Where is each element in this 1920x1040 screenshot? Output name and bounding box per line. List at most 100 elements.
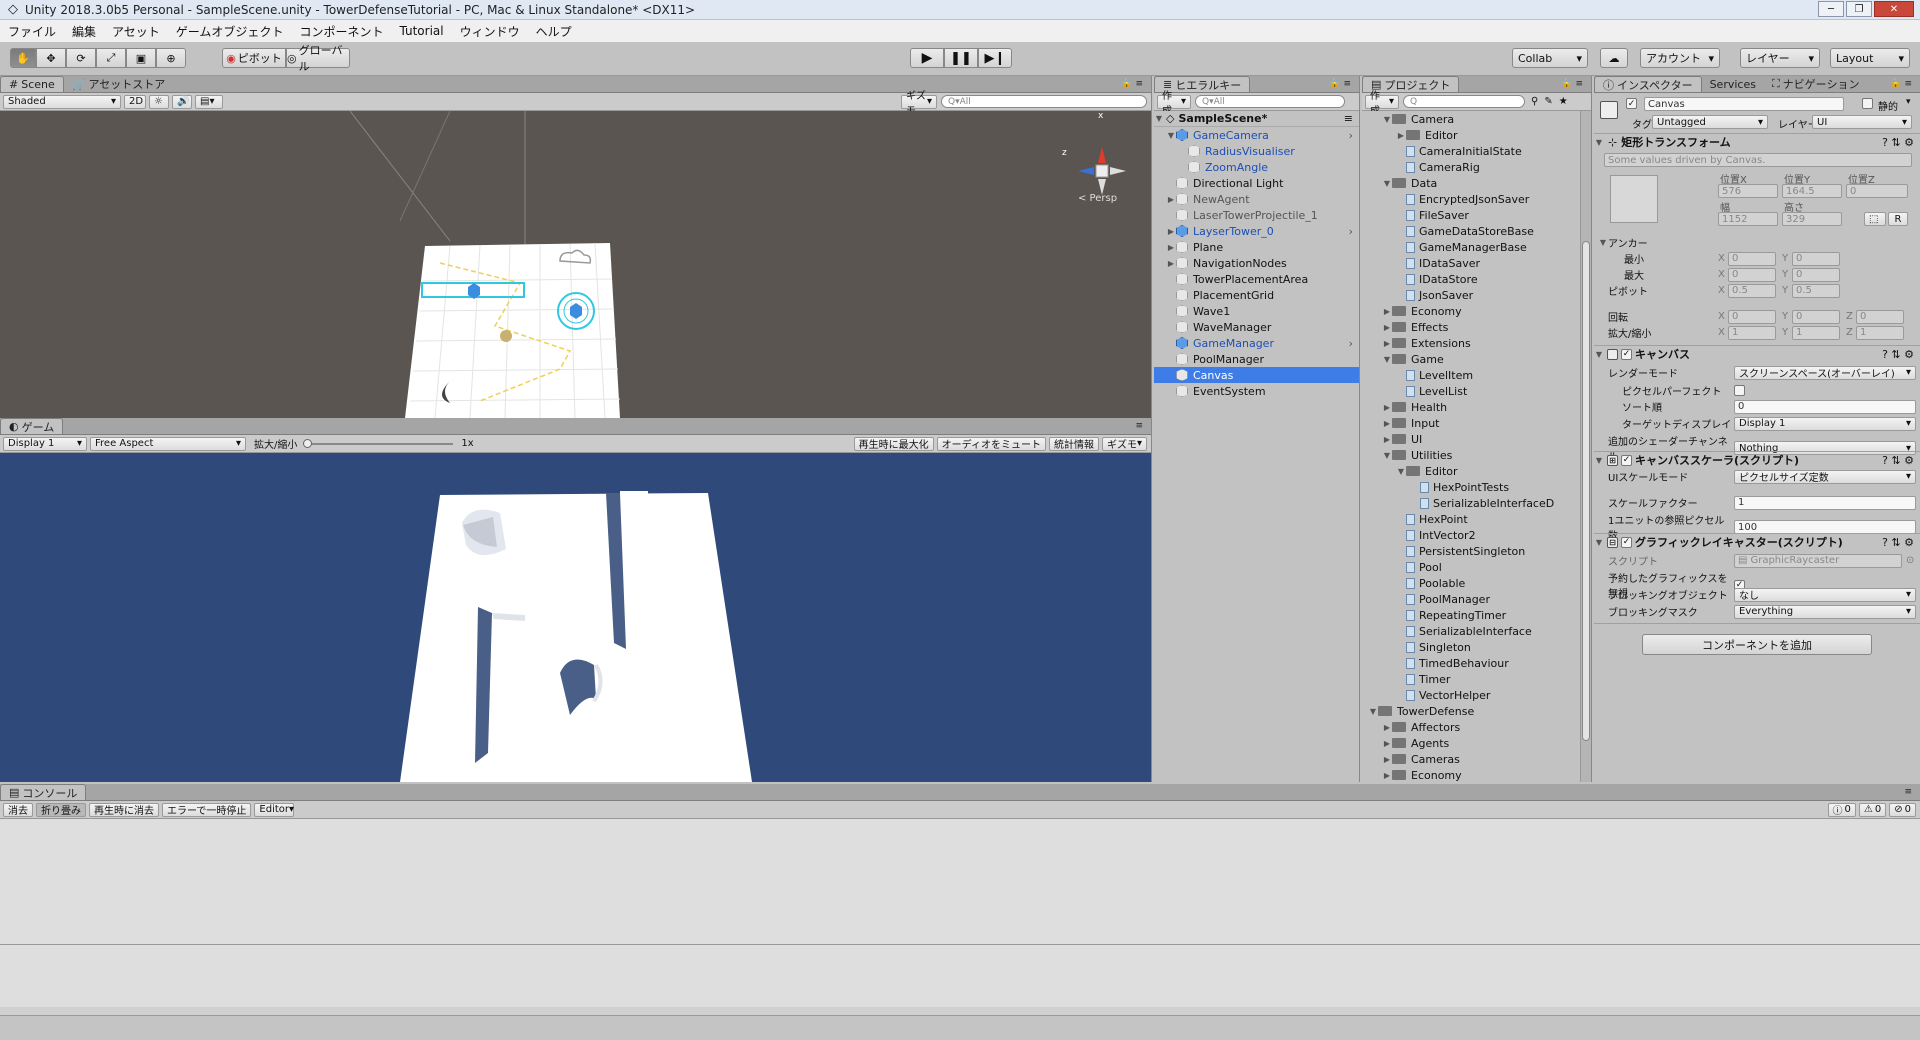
favorite-icon[interactable]: ★ bbox=[1559, 96, 1568, 107]
raw-edit-button[interactable]: R bbox=[1888, 212, 1908, 226]
project-script[interactable]: GameDataStoreBase bbox=[1362, 223, 1579, 239]
arrow-down-icon[interactable]: ▼ bbox=[1594, 138, 1604, 147]
object-picker-icon[interactable]: ⊙ bbox=[1906, 555, 1914, 566]
rect-tool-icon[interactable]: ▣ bbox=[126, 48, 156, 68]
error-pause-toggle[interactable]: エラーで一時停止 bbox=[162, 802, 252, 817]
project-folder[interactable]: ▶ Economy bbox=[1362, 767, 1579, 782]
project-folder[interactable]: ▶ Affectors bbox=[1362, 719, 1579, 735]
console-detail-area[interactable] bbox=[0, 945, 1920, 1007]
arrow-right-icon[interactable]: ▶ bbox=[1382, 307, 1392, 316]
arrow-right-icon[interactable]: ▶ bbox=[1382, 323, 1392, 332]
arrow-down-icon[interactable]: ▼ bbox=[1594, 350, 1604, 359]
canvas-scaler-enabled-checkbox[interactable]: ✓ bbox=[1621, 454, 1632, 466]
project-search-input[interactable]: Q bbox=[1403, 95, 1525, 108]
arrow-down-icon[interactable]: ▼ bbox=[1594, 538, 1604, 547]
project-script[interactable]: LevelItem bbox=[1362, 367, 1579, 383]
arrow-right-icon[interactable]: ▶ bbox=[1166, 227, 1176, 236]
active-checkbox[interactable]: ✓ bbox=[1626, 98, 1637, 109]
component-settings-icon[interactable]: ? ⇅ ⚙ bbox=[1882, 136, 1914, 149]
project-folder[interactable]: ▶ UI bbox=[1362, 431, 1579, 447]
component-settings-icon[interactable]: ? ⇅ ⚙ bbox=[1882, 454, 1914, 467]
menu-component[interactable]: コンポーネント bbox=[291, 23, 391, 40]
project-folder[interactable]: ▶ Extensions bbox=[1362, 335, 1579, 351]
arrow-down-icon[interactable]: ▼ bbox=[1396, 467, 1406, 476]
account-dropdown[interactable]: アカウント ▾ bbox=[1640, 48, 1720, 68]
arrow-down-icon[interactable]: ▼ bbox=[1598, 238, 1608, 247]
panel-menu-icon[interactable]: 🔒 ≡ bbox=[1553, 76, 1591, 92]
aspect-dropdown[interactable]: Free Aspect ▾ bbox=[90, 436, 246, 451]
object-name-field[interactable]: Canvas bbox=[1644, 97, 1844, 111]
hierarchy-item[interactable]: ▶ NavigationNodes bbox=[1154, 255, 1359, 271]
step-button[interactable]: ▶❙ bbox=[978, 48, 1012, 68]
persp-label[interactable]: < Persp bbox=[1078, 193, 1117, 204]
project-folder[interactable]: ▶ Editor bbox=[1362, 127, 1579, 143]
arrow-right-icon[interactable]: ▶ bbox=[1382, 755, 1392, 764]
stats-toggle[interactable]: 統計情報 bbox=[1048, 436, 1099, 451]
hierarchy-search-input[interactable]: Q▾All bbox=[1195, 95, 1345, 108]
move-tool-icon[interactable]: ✥ bbox=[36, 48, 66, 68]
menu-help[interactable]: ヘルプ bbox=[528, 23, 580, 40]
cloud-button[interactable]: ☁ bbox=[1600, 48, 1628, 68]
project-folder[interactable]: ▼ Data bbox=[1362, 175, 1579, 191]
console-log-area[interactable] bbox=[0, 819, 1920, 944]
hierarchy-create-dropdown[interactable]: 作成▾ bbox=[1157, 91, 1191, 117]
hierarchy-item[interactable]: PoolManager bbox=[1154, 351, 1359, 367]
project-script[interactable]: EncryptedJsonSaver bbox=[1362, 191, 1579, 207]
project-folder[interactable]: ▶ Health bbox=[1362, 399, 1579, 415]
hierarchy-item[interactable]: ▶ LayserTower_0 › bbox=[1154, 223, 1359, 239]
chevron-right-icon[interactable]: › bbox=[1349, 337, 1353, 350]
scene-search-input[interactable]: Q▾All bbox=[941, 95, 1147, 108]
error-filter-toggle[interactable]: ⊘ 0 bbox=[1889, 802, 1916, 817]
project-script[interactable]: Pool bbox=[1362, 559, 1579, 575]
project-script[interactable]: IntVector2 bbox=[1362, 527, 1579, 543]
tab-scene[interactable]: # Scene bbox=[0, 76, 64, 92]
project-folder[interactable]: ▶ Input bbox=[1362, 415, 1579, 431]
anchor-preset-icon[interactable] bbox=[1610, 175, 1658, 223]
warning-filter-toggle[interactable]: ⚠ 0 bbox=[1858, 802, 1887, 817]
hierarchy-item[interactable]: WaveManager bbox=[1154, 319, 1359, 335]
tab-services[interactable]: Services bbox=[1702, 76, 1764, 92]
blueprint-mode-icon[interactable]: ⬚ bbox=[1864, 212, 1886, 226]
arrow-down-icon[interactable]: ▼ bbox=[1166, 131, 1176, 140]
project-script[interactable]: CameraRig bbox=[1362, 159, 1579, 175]
menu-assets[interactable]: アセット bbox=[104, 23, 168, 40]
hierarchy-item[interactable]: Wave1 bbox=[1154, 303, 1359, 319]
hierarchy-item[interactable]: PlacementGrid bbox=[1154, 287, 1359, 303]
arrow-right-icon[interactable]: ▶ bbox=[1166, 259, 1176, 268]
arrow-down-icon[interactable]: ▼ bbox=[1382, 179, 1392, 188]
collapse-toggle[interactable]: 折り畳み bbox=[36, 802, 86, 817]
mute-audio-toggle[interactable]: オーディオをミュート bbox=[936, 436, 1046, 451]
target-display-dropdown[interactable]: Display 1 ▾ bbox=[1734, 416, 1916, 431]
scene-menu-icon[interactable]: ≡ bbox=[1344, 112, 1353, 125]
project-script[interactable]: Timer bbox=[1362, 671, 1579, 687]
project-script[interactable]: CameraInitialState bbox=[1362, 143, 1579, 159]
hierarchy-item[interactable]: ▶ NewAgent bbox=[1154, 191, 1359, 207]
hierarchy-item[interactable]: EventSystem bbox=[1154, 383, 1359, 399]
project-script[interactable]: HexPoint bbox=[1362, 511, 1579, 527]
tab-game[interactable]: ◐ ゲーム bbox=[0, 418, 64, 434]
slider-thumb[interactable] bbox=[303, 438, 313, 448]
hierarchy-item[interactable]: ▶ Plane bbox=[1154, 239, 1359, 255]
project-folder[interactable]: ▼ Utilities bbox=[1362, 447, 1579, 463]
shading-mode-dropdown[interactable]: Shaded ▾ bbox=[3, 94, 121, 109]
ppu-field[interactable]: 100 bbox=[1734, 520, 1916, 534]
pivot-button[interactable]: ◉ ピボット bbox=[222, 48, 286, 68]
panel-menu-icon[interactable]: ≡ bbox=[1127, 418, 1151, 434]
component-settings-icon[interactable]: ? ⇅ ⚙ bbox=[1882, 536, 1914, 549]
global-button[interactable]: ◎ グローバル bbox=[286, 44, 350, 73]
hierarchy-item[interactable]: Directional Light bbox=[1154, 175, 1359, 191]
project-scroll-thumb[interactable] bbox=[1582, 241, 1590, 741]
pause-button[interactable]: ❚❚ bbox=[944, 48, 978, 68]
editor-dropdown[interactable]: Editor ▾ bbox=[254, 802, 295, 817]
arrow-right-icon[interactable]: ▶ bbox=[1382, 339, 1392, 348]
arrow-down-icon[interactable]: ▼ bbox=[1594, 456, 1604, 465]
scene-root-row[interactable]: ▼ ◇ SampleScene* ≡ bbox=[1154, 111, 1359, 127]
project-script[interactable]: Poolable bbox=[1362, 575, 1579, 591]
arrow-right-icon[interactable]: ▶ bbox=[1382, 739, 1392, 748]
hierarchy-item[interactable]: ▼ GameCamera › bbox=[1154, 127, 1359, 143]
project-script[interactable]: Singleton bbox=[1362, 639, 1579, 655]
add-component-button[interactable]: コンポーネントを追加 bbox=[1642, 634, 1872, 655]
panel-menu-icon[interactable]: ≡ bbox=[1896, 784, 1920, 800]
panel-menu-icon[interactable]: 🔒 ≡ bbox=[1321, 76, 1359, 92]
project-scrollbar[interactable] bbox=[1580, 111, 1591, 782]
